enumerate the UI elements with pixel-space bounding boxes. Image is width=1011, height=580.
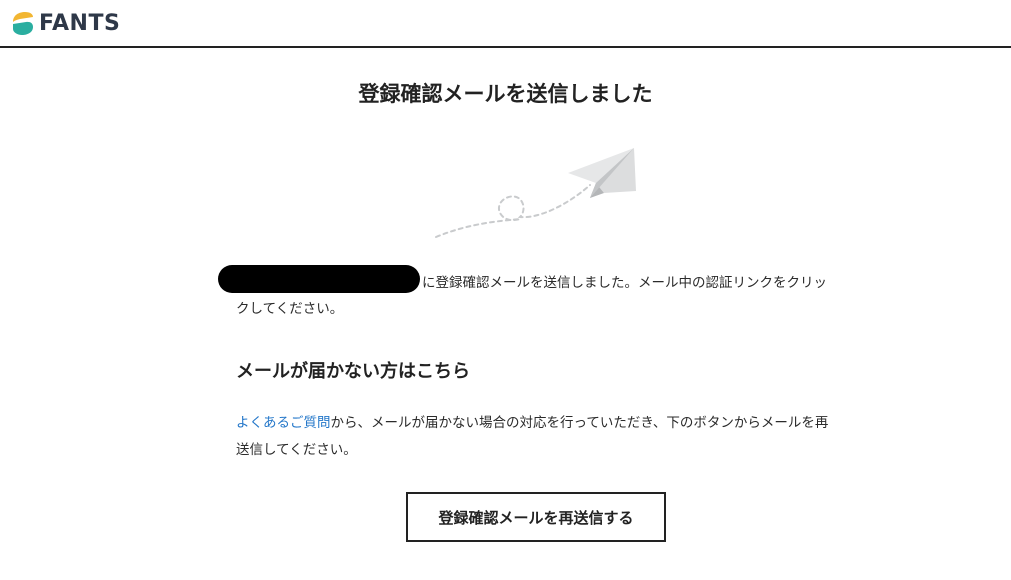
help-text: よくあるご質問から、メールが届かない場合の対応を行っていただき、下のボタンからメ…	[236, 410, 836, 464]
section-heading: メールが届かない方はこちら	[236, 361, 470, 382]
fants-logo[interactable]: FANTS	[10, 10, 120, 36]
faq-link[interactable]: よくあるご質問	[236, 415, 331, 431]
header: FANTS	[0, 0, 1011, 48]
notice-text: に登録確認メールを送信しました。メール中の認証リンクをクリックしてください。	[236, 275, 827, 317]
resend-button[interactable]: 登録確認メールを再送信する	[406, 492, 666, 542]
logo-text: FANTS	[39, 10, 121, 36]
paper-plane-icon	[435, 148, 636, 238]
fants-logo-icon	[13, 12, 33, 35]
page-title: 登録確認メールを送信しました	[358, 82, 653, 106]
